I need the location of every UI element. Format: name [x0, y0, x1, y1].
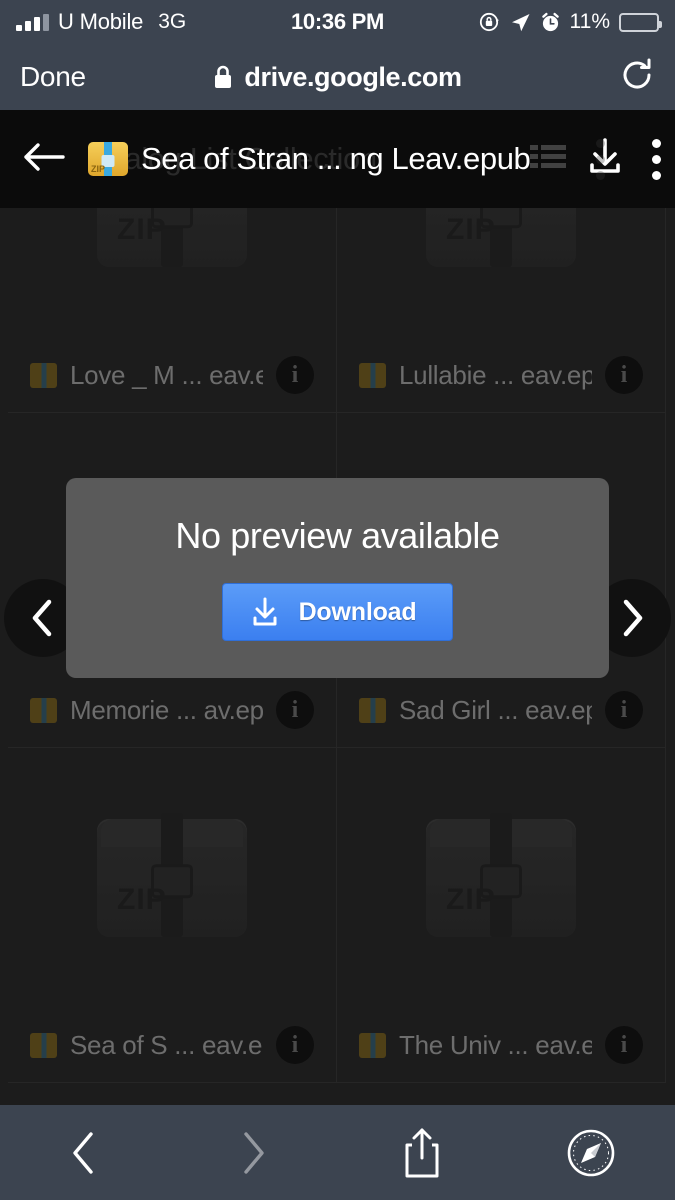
- file-grid-row: ZIP Love _ M ... eav.epub i ZIP Lullabie ...…: [8, 208, 667, 413]
- file-card-footer: Sad Girl ... eav.epub i: [337, 673, 665, 747]
- file-grid-row: ZIP Sea of S ... eav.epub i ZIP The Univ ...…: [8, 748, 667, 1083]
- zip-archive-thumbnail: ZIP: [97, 813, 247, 937]
- file-name-label: Sad Girl ... eav.epub: [399, 694, 592, 725]
- zip-file-icon: [359, 362, 386, 388]
- url-display: drive.google.com: [0, 62, 675, 93]
- iphone-screen: U Mobile 3G 10:36 PM 11% Done drive.goog…: [0, 0, 675, 1200]
- info-icon[interactable]: i: [276, 691, 314, 729]
- zip-thumb-text: ZIP: [446, 213, 496, 246]
- app-header-actions: [530, 135, 669, 184]
- browser-url-bar: Done drive.google.com: [0, 44, 675, 110]
- download-button[interactable]: Download: [221, 583, 454, 641]
- browser-toolbar: [0, 1105, 675, 1200]
- file-card[interactable]: ZIP The Univ ... eav.epub i: [337, 748, 666, 1083]
- zip-file-icon: [30, 362, 57, 388]
- file-name-label: The Univ ... eav.epub: [399, 1029, 592, 1060]
- page-title: Sea of Stran ... ng Leav.epub: [141, 141, 531, 176]
- status-bar-left: U Mobile 3G: [16, 9, 186, 35]
- carrier-label: U Mobile: [58, 9, 144, 34]
- file-name-label: Sea of S ... eav.epub: [70, 1029, 263, 1060]
- chevron-right-icon: [623, 599, 643, 637]
- share-button[interactable]: [338, 1127, 507, 1179]
- chevron-left-icon: [32, 599, 52, 637]
- zip-file-icon: [30, 1032, 57, 1058]
- file-name-label: Lullabie ... eav.epub: [399, 359, 592, 390]
- reload-button[interactable]: [619, 57, 655, 98]
- network-type-label: 3G: [158, 10, 187, 33]
- zip-file-icon: [30, 697, 57, 723]
- alarm-clock-icon: [541, 12, 559, 31]
- download-button-label: Download: [298, 597, 417, 626]
- app-header: Dialog List Collection ZIP Sea of Stran …: [0, 110, 675, 208]
- status-bar: U Mobile 3G 10:36 PM 11%: [0, 0, 675, 44]
- file-card[interactable]: ZIP Lullabie ... eav.epub i: [337, 208, 666, 413]
- info-icon[interactable]: i: [605, 356, 643, 394]
- browser-forward-button[interactable]: [169, 1129, 338, 1177]
- zip-file-icon: ZIP: [88, 142, 128, 176]
- dialog-title: No preview available: [175, 515, 500, 556]
- more-vertical-icon[interactable]: [644, 135, 669, 184]
- zip-archive-thumbnail: ZIP: [97, 208, 247, 267]
- chevron-right-icon: [244, 1131, 264, 1174]
- status-bar-right: 11%: [479, 10, 662, 34]
- file-card-footer: Love _ M ... eav.epub i: [8, 338, 336, 412]
- file-thumbnail: ZIP: [8, 208, 336, 338]
- file-card-footer: The Univ ... eav.epub i: [337, 1008, 665, 1082]
- chevron-left-icon: [73, 1131, 94, 1174]
- file-thumbnail: ZIP: [337, 748, 665, 1008]
- battery-percent-label: 11%: [569, 10, 610, 33]
- location-arrow-icon: [511, 13, 530, 31]
- back-button[interactable]: [22, 140, 66, 179]
- file-thumbnail: ZIP: [8, 748, 336, 1008]
- file-card[interactable]: ZIP Love _ M ... eav.epub i: [8, 208, 337, 413]
- file-card-footer: Memorie ... av.epub i: [8, 673, 336, 747]
- zip-file-icon: [359, 697, 386, 723]
- info-icon[interactable]: i: [276, 1026, 314, 1064]
- zip-thumb-text: ZIP: [117, 883, 167, 916]
- info-icon[interactable]: i: [605, 1026, 643, 1064]
- download-icon: [253, 597, 277, 626]
- zip-thumb-text: ZIP: [446, 883, 496, 916]
- url-text: drive.google.com: [244, 61, 462, 92]
- file-thumbnail: ZIP: [337, 208, 665, 338]
- zip-archive-thumbnail: ZIP: [426, 813, 576, 937]
- file-card-footer: Sea of S ... eav.epub i: [8, 1008, 336, 1082]
- list-view-icon[interactable]: [530, 142, 567, 177]
- file-name-label: Memorie ... av.epub: [70, 694, 263, 725]
- zip-file-icon: [359, 1032, 386, 1058]
- browser-back-button[interactable]: [0, 1129, 169, 1177]
- done-button[interactable]: Done: [20, 61, 86, 93]
- file-card[interactable]: ZIP Sea of S ... eav.epub i: [8, 748, 337, 1083]
- zip-archive-thumbnail: ZIP: [426, 208, 576, 267]
- file-name-label: Love _ M ... eav.epub: [70, 359, 263, 390]
- safari-bookmarks-button[interactable]: [506, 1128, 675, 1178]
- safari-compass-icon: [567, 1129, 614, 1176]
- info-icon[interactable]: i: [276, 356, 314, 394]
- no-preview-dialog: No preview available Download: [66, 478, 609, 678]
- rotation-lock-icon: [479, 12, 499, 32]
- zip-thumb-text: ZIP: [117, 213, 167, 246]
- battery-icon: [619, 12, 662, 32]
- lock-icon: [215, 65, 232, 88]
- share-icon: [405, 1128, 439, 1177]
- info-icon[interactable]: i: [605, 691, 643, 729]
- more-vertical-icon-ghost: [588, 135, 613, 184]
- signal-bars-icon: [16, 13, 49, 31]
- file-card-footer: Lullabie ... eav.epub i: [337, 338, 665, 412]
